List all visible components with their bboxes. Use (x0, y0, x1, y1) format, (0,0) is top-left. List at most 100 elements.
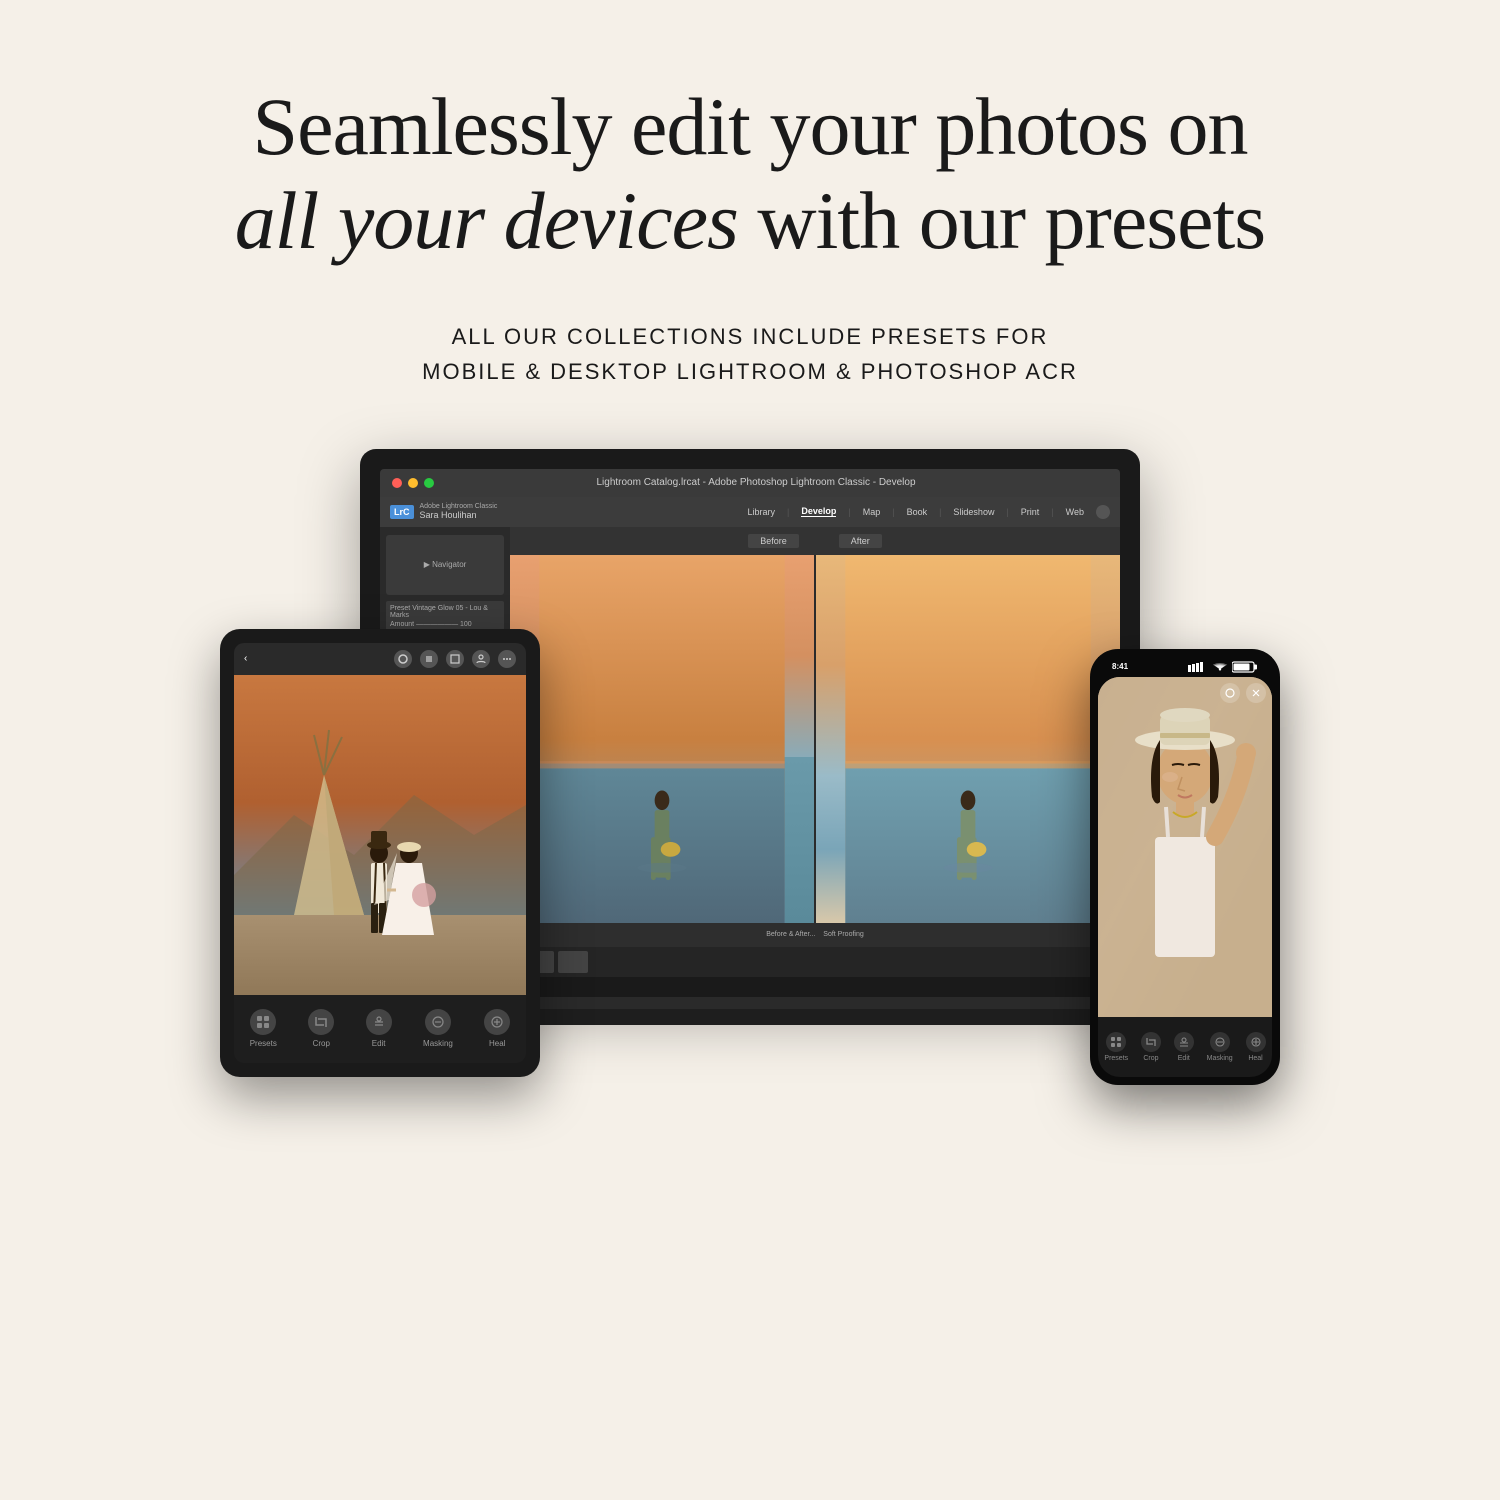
masking-label: Masking (423, 1039, 453, 1048)
tab-heal[interactable]: Heal (484, 1009, 510, 1048)
phone-screen: Presets Crop Edit (1098, 677, 1272, 1077)
tablet-icon-1 (394, 650, 412, 668)
phone-edit-label: Edit (1178, 1055, 1190, 1062)
phone-photo-svg (1098, 677, 1272, 1017)
navigator-label: ▶ Navigator (424, 560, 467, 569)
presets-label: Presets (250, 1039, 277, 1048)
phone-status (1188, 661, 1258, 673)
tablet-icon-2 (420, 650, 438, 668)
phone-body: 8:41 (1090, 649, 1280, 1085)
lr-menubar: LrC Adobe Lightroom Classic Sara Houliha… (380, 497, 1120, 527)
sub-heading: ALL OUR COLLECTIONS INCLUDE PRESETS FOR … (422, 319, 1078, 389)
tablet-back-btn[interactable]: ‹ (244, 653, 247, 664)
edit-icon (366, 1009, 392, 1035)
tablet-icon-3 (446, 650, 464, 668)
after-photo-svg (816, 555, 1120, 923)
phone-icon-1[interactable] (1220, 683, 1240, 703)
maximize-dot (424, 478, 434, 488)
crop-icon (308, 1009, 334, 1035)
tablet-screen: ‹ (234, 643, 526, 1063)
phone-heal-label: Heal (1248, 1055, 1262, 1062)
preset-label: Preset Vintage Glow 05 - Lou & Marks (390, 605, 500, 619)
sub-heading-line1: ALL OUR COLLECTIONS INCLUDE PRESETS FOR (452, 324, 1049, 349)
lr-content: Before After (510, 527, 1120, 947)
tablet-photo-svg (234, 675, 526, 995)
presets-icon (250, 1009, 276, 1035)
phone-time: 8:41 (1112, 662, 1128, 671)
after-label: After (839, 534, 882, 548)
lr-logo: LrC (390, 505, 414, 519)
devices-container: Lightroom Catalog.lrcat - Adobe Photosho… (200, 449, 1300, 1349)
phone-top-icons (1220, 683, 1266, 703)
crop-label: Crop (313, 1039, 330, 1048)
tablet-body: ‹ (220, 629, 540, 1077)
nav-map[interactable]: Map (863, 507, 881, 517)
close-dot (392, 478, 402, 488)
phone-photo (1098, 677, 1272, 1017)
toolbar-ba: Before & After... (766, 931, 815, 938)
tablet-photo (234, 675, 526, 995)
tablet-icon-5 (498, 650, 516, 668)
sub-heading-line2: MOBILE & DESKTOP LIGHTROOM & PHOTOSHOP A… (422, 359, 1078, 384)
tab-masking[interactable]: Masking (423, 1009, 453, 1048)
tablet-device: ‹ (220, 629, 540, 1077)
toolbar-soft: Soft Proofing (823, 931, 863, 938)
tablet-bottombar: Presets Crop Edit (234, 995, 526, 1063)
phone-presets-icon (1106, 1032, 1126, 1052)
after-photo (816, 555, 1120, 923)
nav-print[interactable]: Print (1021, 507, 1040, 517)
phone-presets-label: Presets (1104, 1055, 1128, 1062)
tab-crop[interactable]: Crop (308, 1009, 334, 1048)
lr-photos (510, 555, 1120, 923)
laptop-titlebar: Lightroom Catalog.lrcat - Adobe Photosho… (380, 469, 1120, 497)
nav-web[interactable]: Web (1066, 507, 1084, 517)
before-photo (510, 555, 814, 923)
phone-edit-icon (1174, 1032, 1194, 1052)
tab-edit[interactable]: Edit (366, 1009, 392, 1048)
amount-label: Amount —————— 100 (390, 621, 500, 628)
nav-book[interactable]: Book (907, 507, 928, 517)
filmstrip-item (558, 951, 588, 973)
nav-slideshow[interactable]: Slideshow (953, 507, 994, 517)
lr-username: Sara Houlihan (420, 510, 498, 520)
phone-tab-edit[interactable]: Edit (1174, 1032, 1194, 1062)
edit-label: Edit (372, 1039, 386, 1048)
phone-heal-icon (1246, 1032, 1266, 1052)
tablet-topbar: ‹ (234, 643, 526, 675)
phone-crop-label: Crop (1143, 1055, 1158, 1062)
before-label: Before (748, 534, 799, 548)
heading-italic: all your devices (235, 175, 738, 266)
phone-device: 8:41 (1090, 649, 1280, 1085)
phone-crop-icon (1141, 1032, 1161, 1052)
heading-line1: Seamlessly edit your photos on (253, 81, 1248, 172)
phone-notch: 8:41 (1098, 657, 1272, 677)
tablet-nav-icons (394, 650, 516, 668)
hero-section: Seamlessly edit your photos on all your … (0, 0, 1500, 389)
masking-icon (425, 1009, 451, 1035)
phone-toolbar: Presets Crop Edit (1098, 1017, 1272, 1077)
lr-logo-area: LrC Adobe Lightroom Classic Sara Houliha… (390, 503, 497, 520)
tab-presets[interactable]: Presets (250, 1009, 277, 1048)
phone-masking-label: Masking (1207, 1055, 1233, 1062)
phone-tab-heal[interactable]: Heal (1246, 1032, 1266, 1062)
heading-rest: with our presets (738, 175, 1265, 266)
laptop-title: Lightroom Catalog.lrcat - Adobe Photosho… (596, 477, 915, 488)
before-photo-svg (510, 555, 814, 923)
phone-masking-icon (1210, 1032, 1230, 1052)
nav-library[interactable]: Library (747, 507, 775, 517)
minimize-dot (408, 478, 418, 488)
lr-nav: Library | Develop | Map | Book | Slidesh… (747, 505, 1110, 519)
phone-tab-masking[interactable]: Masking (1207, 1032, 1233, 1062)
tablet-icon-4 (472, 650, 490, 668)
phone-tab-presets[interactable]: Presets (1104, 1032, 1128, 1062)
preset-name: Vintage Glow 05 - Lou & Marks (390, 605, 488, 619)
heal-icon (484, 1009, 510, 1035)
phone-icon-2[interactable] (1246, 683, 1266, 703)
phone-tab-crop[interactable]: Crop (1141, 1032, 1161, 1062)
nav-develop[interactable]: Develop (801, 506, 836, 517)
heal-label: Heal (489, 1039, 505, 1048)
main-heading: Seamlessly edit your photos on all your … (235, 80, 1265, 269)
lr-before-after: Before After (510, 527, 1120, 555)
lr-toolbar: Before & After... Soft Proofing (510, 923, 1120, 947)
lr-navigator: ▶ Navigator (386, 535, 504, 595)
